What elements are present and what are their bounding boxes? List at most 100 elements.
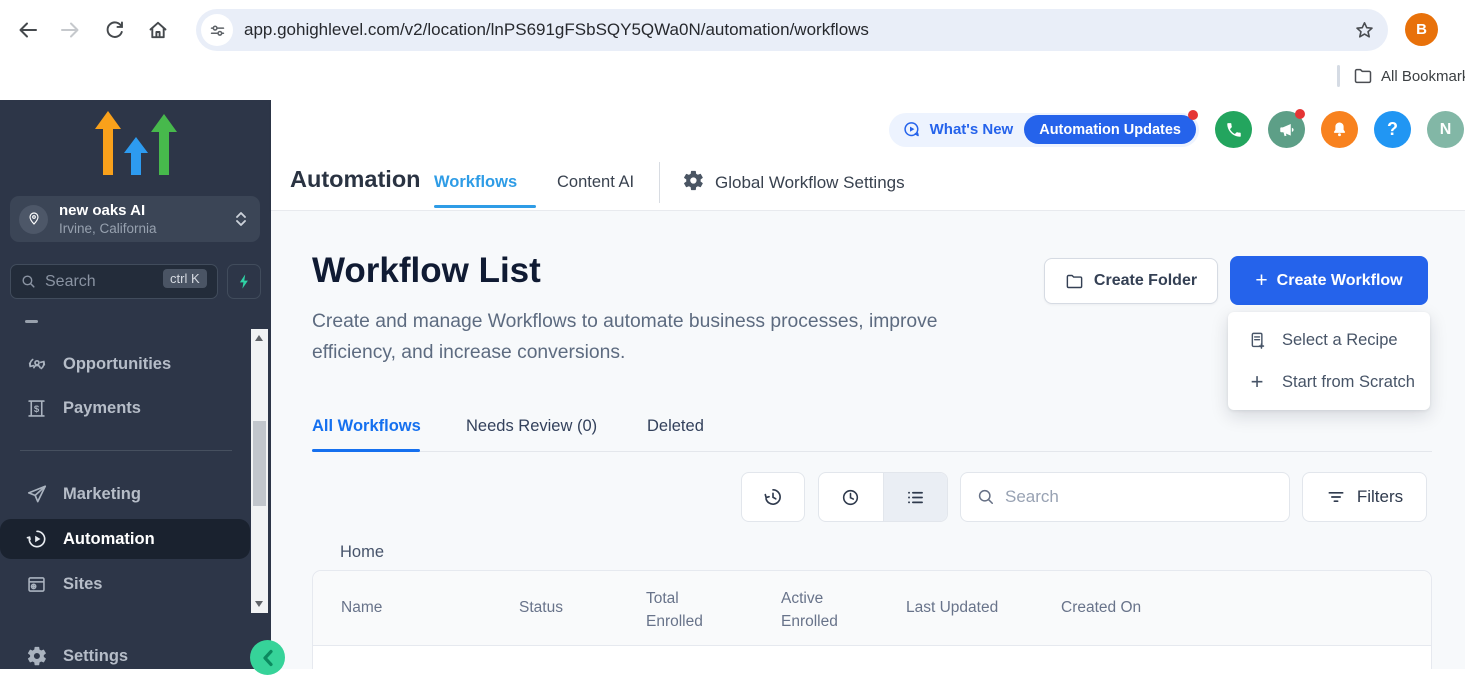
history-clock-icon: [762, 486, 784, 508]
help-button[interactable]: ?: [1374, 111, 1411, 148]
global-workflow-settings[interactable]: Global Workflow Settings: [715, 173, 905, 193]
sites-icon: [25, 573, 48, 596]
browser-reload-icon[interactable]: [100, 16, 128, 44]
account-location: Irvine, California: [59, 220, 234, 237]
create-folder-label: Create Folder: [1094, 272, 1197, 290]
megaphone-icon: [1278, 121, 1296, 139]
notification-dot: [1188, 110, 1198, 120]
scrollbar-thumb[interactable]: [253, 421, 266, 506]
section-description: Create and manage Workflows to automate …: [312, 306, 1012, 368]
chevron-left-icon: [260, 648, 276, 668]
sidebar-item-opportunities[interactable]: Opportunities: [0, 349, 250, 379]
sidebar-item-label: Opportunities: [63, 355, 171, 374]
page-title: Automation: [290, 166, 421, 193]
browser-home-icon[interactable]: [144, 16, 172, 44]
svg-text:$: $: [34, 404, 40, 415]
plus-icon: +: [1255, 271, 1267, 291]
site-settings-icon[interactable]: [201, 14, 233, 46]
topbar-actions: What's New Automation Updates ? N: [889, 111, 1464, 148]
gear-icon: [682, 169, 705, 192]
bookmarks-divider: [1337, 65, 1340, 87]
address-bar[interactable]: app.gohighlevel.com/v2/location/lnPS691g…: [196, 9, 1388, 51]
filters-button[interactable]: Filters: [1302, 472, 1427, 522]
automation-updates-badge[interactable]: Automation Updates: [1024, 115, 1196, 144]
folder-icon: [1065, 272, 1084, 291]
bookmarks-folder-icon[interactable]: [1353, 66, 1373, 86]
user-avatar[interactable]: N: [1427, 111, 1464, 148]
column-header-created-on: Created On: [1061, 599, 1141, 617]
browser-back-icon[interactable]: [14, 16, 42, 44]
list-tabs-border: [312, 451, 1432, 452]
recipe-icon: [1246, 331, 1268, 350]
account-name: new oaks AI: [59, 202, 234, 220]
sidebar: new oaks AI Irvine, California ctrl K Op…: [0, 100, 271, 669]
workflow-search[interactable]: [960, 472, 1290, 522]
create-folder-button[interactable]: Create Folder: [1044, 258, 1218, 304]
clock-icon: [840, 487, 861, 508]
automation-icon: [25, 528, 48, 551]
question-mark-icon: ?: [1387, 119, 1398, 140]
url-text[interactable]: app.gohighlevel.com/v2/location/lnPS691g…: [244, 20, 1345, 40]
tab-deleted[interactable]: Deleted: [647, 417, 704, 436]
table-body: [313, 646, 1431, 669]
active-tab-underline: [312, 449, 420, 452]
column-header-status: Status: [519, 599, 563, 617]
menu-item-start-scratch[interactable]: + Start from Scratch: [1228, 361, 1430, 403]
tab-content-ai[interactable]: Content AI: [557, 173, 634, 192]
paper-plane-icon: [25, 483, 48, 506]
notifications-button[interactable]: [1321, 111, 1358, 148]
column-header-name: Name: [341, 599, 382, 617]
bell-icon: [1330, 120, 1349, 139]
create-workflow-label: Create Workflow: [1277, 272, 1403, 290]
automation-updates-label: Automation Updates: [1039, 122, 1181, 138]
filter-lines-icon: [1326, 487, 1346, 507]
tab-needs-review[interactable]: Needs Review (0): [466, 417, 597, 436]
recent-view-toggle[interactable]: [819, 473, 883, 521]
phone-button[interactable]: [1215, 111, 1252, 148]
whats-new-icon: [902, 120, 922, 140]
sidebar-item-marketing[interactable]: Marketing: [0, 479, 250, 509]
sidebar-item-automation[interactable]: Automation: [0, 519, 250, 559]
plus-icon: +: [1246, 371, 1268, 393]
payments-icon: $: [25, 397, 48, 420]
scroll-down-arrow[interactable]: [255, 601, 263, 607]
all-bookmarks-label[interactable]: All Bookmarks: [1381, 68, 1465, 85]
avatar-initial: N: [1440, 121, 1452, 139]
scroll-up-arrow[interactable]: [255, 335, 263, 341]
view-toggle: [818, 472, 948, 522]
bookmark-star-icon[interactable]: [1353, 19, 1376, 42]
sidebar-item-label: Sites: [63, 575, 102, 594]
header-divider: [659, 162, 660, 203]
sidebar-scrollbar[interactable]: [251, 329, 268, 613]
create-workflow-button[interactable]: + Create Workflow: [1230, 256, 1428, 305]
main-area: What's New Automation Updates ? N: [271, 100, 1465, 669]
sidebar-item-sites[interactable]: Sites: [0, 569, 250, 599]
tab-workflows[interactable]: Workflows: [434, 173, 517, 192]
workflow-search-input[interactable]: [1005, 473, 1280, 521]
notification-dot: [1295, 109, 1305, 119]
sidebar-collapse-button[interactable]: [250, 640, 285, 675]
gohighlevel-logo: [95, 111, 177, 177]
browser-profile-avatar[interactable]: B: [1405, 13, 1438, 46]
browser-chrome: app.gohighlevel.com/v2/location/lnPS691g…: [0, 0, 1465, 100]
breadcrumb[interactable]: Home: [340, 543, 384, 562]
table-header-row: Name Status Total Enrolled Active Enroll…: [313, 571, 1431, 646]
menu-item-select-recipe[interactable]: Select a Recipe: [1228, 319, 1430, 361]
account-switcher[interactable]: new oaks AI Irvine, California: [10, 196, 260, 242]
sidebar-item-label: Payments: [63, 399, 141, 418]
execution-logs-button[interactable]: [741, 472, 805, 522]
section-title: Workflow List: [312, 251, 541, 291]
tab-all-workflows[interactable]: All Workflows: [312, 417, 421, 436]
announcements-button[interactable]: [1268, 111, 1305, 148]
browser-forward-icon[interactable]: [56, 16, 84, 44]
sidebar-item-payments[interactable]: $ Payments: [0, 393, 250, 423]
sidebar-search-input[interactable]: [45, 273, 135, 291]
column-header-last-updated: Last Updated: [906, 599, 998, 617]
lightning-icon: [236, 273, 253, 290]
account-chevrons-icon: [234, 209, 248, 229]
list-view-toggle[interactable]: [883, 473, 948, 521]
whats-new-pill[interactable]: What's New Automation Updates: [889, 113, 1199, 147]
quick-actions-button[interactable]: [227, 264, 261, 299]
sidebar-item-settings[interactable]: Settings: [0, 641, 250, 671]
list-icon: [905, 487, 926, 508]
